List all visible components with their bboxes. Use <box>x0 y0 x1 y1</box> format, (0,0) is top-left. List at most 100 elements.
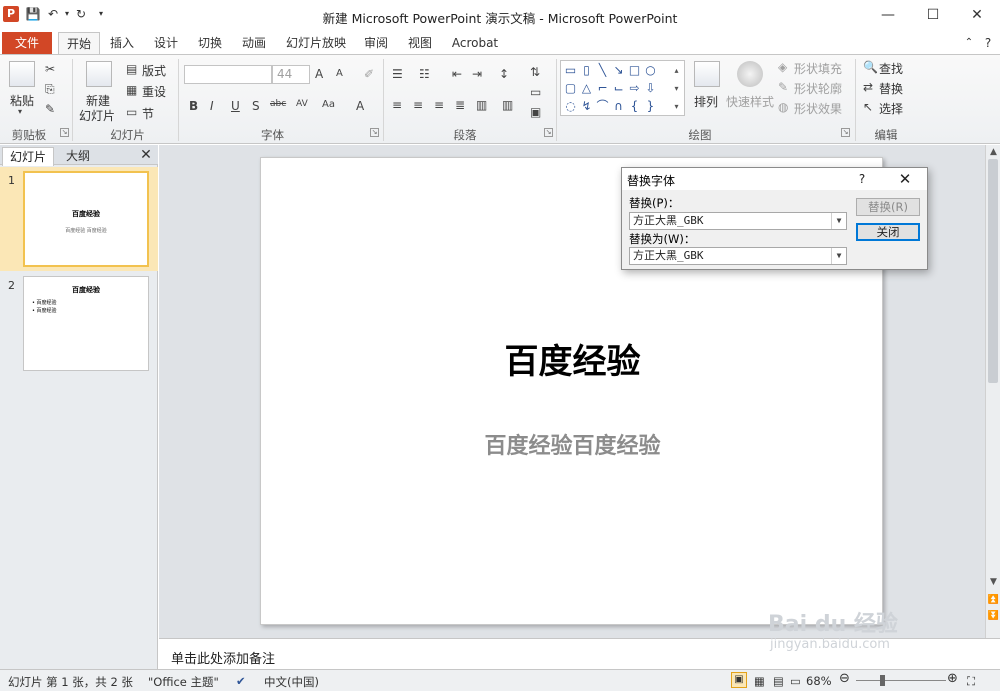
tab-acrobat[interactable]: Acrobat <box>448 32 502 54</box>
new-slide-label-2[interactable]: 幻灯片 <box>79 107 115 124</box>
decrease-indent-icon[interactable]: ⇤ <box>452 67 462 81</box>
shape-effects-button[interactable]: 形状效果 <box>794 100 842 117</box>
maximize-button[interactable]: ☐ <box>910 0 956 30</box>
normal-view-icon[interactable]: ▣ <box>731 672 747 688</box>
paste-dropdown-icon[interactable]: ▾ <box>18 107 22 116</box>
align-right-icon[interactable]: ≡ <box>434 98 444 112</box>
find-icon[interactable]: 🔍 <box>863 60 878 74</box>
slide-subtitle[interactable]: 百度经验百度经验 <box>261 428 884 460</box>
gallery-more-icon[interactable]: ▾ <box>669 99 684 114</box>
select-icon[interactable]: ↖ <box>863 100 873 114</box>
close-pane-icon[interactable]: ✕ <box>138 147 154 163</box>
section-button[interactable]: 节 <box>142 105 154 122</box>
spellcheck-icon[interactable]: ✔ <box>236 674 246 688</box>
shape-outline-button[interactable]: 形状轮廓 <box>794 80 842 97</box>
char-spacing-icon[interactable]: AV <box>296 99 308 109</box>
align-text-icon[interactable]: ▭ <box>530 85 541 99</box>
tab-slides[interactable]: 幻灯片 <box>2 147 54 166</box>
chevron-down-icon[interactable]: ▼ <box>831 248 846 264</box>
tab-animations[interactable]: 动画 <box>237 32 271 54</box>
scroll-down-icon[interactable]: ▼ <box>986 575 1000 589</box>
replace-font-select[interactable]: 方正大黑_GBK ▼ <box>629 212 847 230</box>
font-color-icon[interactable]: A <box>356 99 364 113</box>
cut-icon[interactable]: ✂ <box>45 62 55 76</box>
align-left-icon[interactable]: ≡ <box>392 98 402 112</box>
triangle-shape-icon[interactable]: △ <box>579 81 594 96</box>
theme-name[interactable]: "Office 主题" <box>148 674 219 690</box>
slide-sorter-icon[interactable]: ▦ <box>754 674 765 688</box>
layout-icon[interactable]: ▤ <box>126 62 137 76</box>
select-button[interactable]: 选择 <box>879 100 903 117</box>
change-case-icon[interactable]: Aa <box>322 99 335 110</box>
quick-styles-icon[interactable] <box>737 61 763 87</box>
language[interactable]: 中文(中国) <box>264 674 319 690</box>
bold-icon[interactable]: B <box>189 99 198 113</box>
minimize-button[interactable]: — <box>865 0 911 30</box>
replace-button[interactable]: 替换 <box>879 80 903 97</box>
tab-file[interactable]: 文件 <box>2 32 52 54</box>
arrange-button[interactable]: 排列 <box>694 93 718 110</box>
tab-outline[interactable]: 大纲 <box>58 148 98 165</box>
clear-format-icon[interactable]: ✐ <box>364 67 374 81</box>
arrange-icon[interactable] <box>694 61 720 87</box>
elbow-arrow-shape-icon[interactable]: ⌙ <box>611 81 626 96</box>
fit-to-window-icon[interactable]: ⛶ <box>967 674 975 689</box>
line-shape-icon[interactable]: ╲ <box>595 63 610 78</box>
close-button[interactable]: 关闭 <box>856 223 920 241</box>
rounded-rect-shape-icon[interactable]: ▢ <box>563 81 578 96</box>
save-icon[interactable]: 💾 <box>25 6 41 22</box>
increase-indent-icon[interactable]: ⇥ <box>472 67 482 81</box>
arrow-line-shape-icon[interactable]: ↘ <box>611 63 626 78</box>
redo-icon[interactable]: ↻ <box>73 6 89 22</box>
zoom-slider-track[interactable] <box>856 680 946 681</box>
columns-icon[interactable]: ▥ <box>502 98 513 112</box>
section-icon[interactable]: ▭ <box>126 105 137 119</box>
reset-icon[interactable]: ▦ <box>126 83 137 97</box>
tab-transitions[interactable]: 切换 <box>193 32 227 54</box>
notes-placeholder[interactable]: 单击此处添加备注 <box>171 648 275 667</box>
drawing-launcher-icon[interactable]: ↘ <box>841 128 850 137</box>
rectangle-shape-icon[interactable]: □ <box>627 63 642 78</box>
scroll-thumb[interactable] <box>988 159 998 383</box>
replace-with-font-select[interactable]: 方正大黑_GBK ▼ <box>629 247 847 265</box>
gallery-up-icon[interactable]: ▴ <box>669 63 684 78</box>
tab-design[interactable]: 设计 <box>149 32 183 54</box>
shape-fill-button[interactable]: 形状填充 <box>794 60 842 77</box>
tab-slideshow[interactable]: 幻灯片放映 <box>283 32 349 54</box>
new-slide-icon[interactable] <box>86 61 112 87</box>
font-size-combo[interactable]: 44 <box>272 65 310 84</box>
slide-title[interactable]: 百度经验 <box>261 334 884 383</box>
replace-button[interactable]: 替换(R) <box>856 198 920 216</box>
right-brace-shape-icon[interactable]: } <box>643 99 658 114</box>
bullets-icon[interactable]: ☰ <box>392 67 403 81</box>
vertical-scrollbar[interactable]: ▲ ▼ ⏫ ⏬ <box>985 145 1000 638</box>
gallery-down-icon[interactable]: ▾ <box>669 81 684 96</box>
font-name-combo[interactable] <box>184 65 272 84</box>
format-painter-icon[interactable]: ✎ <box>45 102 55 116</box>
find-button[interactable]: 查找 <box>879 60 903 77</box>
tab-review[interactable]: 审阅 <box>359 32 393 54</box>
shrink-font-icon[interactable]: A <box>336 68 343 79</box>
reading-view-icon[interactable]: ▤ <box>773 674 784 688</box>
close-window-button[interactable]: ✕ <box>954 0 1000 30</box>
shape-outline-icon[interactable]: ✎ <box>778 80 788 94</box>
shape-fill-icon[interactable]: ◈ <box>778 60 787 74</box>
right-arrow-shape-icon[interactable]: ⇨ <box>627 81 642 96</box>
curved-arrow-shape-icon[interactable]: ↯ <box>579 99 594 114</box>
smartart-icon[interactable]: ▣ <box>530 105 541 119</box>
tab-insert[interactable]: 插入 <box>105 32 139 54</box>
down-arrow-shape-icon[interactable]: ⇩ <box>643 81 658 96</box>
font-launcher-icon[interactable]: ↘ <box>370 128 379 137</box>
customize-qat-icon[interactable]: ▾ <box>93 6 109 22</box>
underline-icon[interactable]: U <box>231 99 240 113</box>
paragraph-launcher-icon[interactable]: ↘ <box>544 128 553 137</box>
chevron-down-icon[interactable]: ▼ <box>831 213 846 229</box>
justify-icon[interactable]: ≣ <box>455 98 465 112</box>
scroll-up-icon[interactable]: ▲ <box>986 145 1000 159</box>
layout-button[interactable]: 版式 <box>142 62 166 79</box>
copy-icon[interactable]: ⎘ <box>45 82 55 97</box>
oval-shape-icon[interactable]: ○ <box>643 63 658 78</box>
shapes-gallery[interactable]: ▭ ▯ ╲ ↘ □ ○ ▢ △ ⌐ ⌙ ⇨ ⇩ ◌ ↯ ⌒ ∩ { } ▴ ▾ … <box>560 60 685 116</box>
distributed-icon[interactable]: ▥ <box>476 98 487 112</box>
zoom-slider-thumb[interactable] <box>880 675 885 686</box>
